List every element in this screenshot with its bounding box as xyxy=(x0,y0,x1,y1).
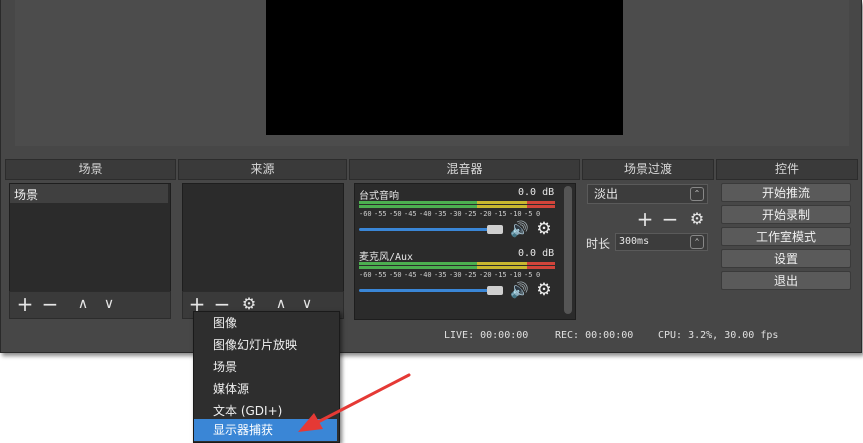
volume-meter-green xyxy=(359,262,477,265)
volume-meter-red-2 xyxy=(527,266,555,269)
remove-transition-icon[interactable]: − xyxy=(659,209,681,229)
scene-up-icon[interactable]: ∧ xyxy=(72,294,94,314)
volume-meter-red xyxy=(527,201,555,204)
add-transition-icon[interactable]: + xyxy=(634,209,656,229)
cpu-status: CPU: 3.2%, 30.00 fps xyxy=(658,330,779,341)
mixer-gear-icon[interactable]: ⚙ xyxy=(536,282,552,299)
scenes-dock-title: 场景 xyxy=(5,159,176,180)
remove-scene-icon[interactable]: − xyxy=(39,294,61,314)
exit-button[interactable]: 退出 xyxy=(721,271,851,290)
menu-item-image[interactable]: 图像 xyxy=(194,312,337,334)
preview-area xyxy=(15,0,849,146)
volume-meter-yellow-2 xyxy=(477,205,527,208)
menu-item-image-slideshow[interactable]: 图像幻灯片放映 xyxy=(194,334,337,356)
scene-item-label: 场景 xyxy=(14,188,39,202)
volume-meter-red xyxy=(527,262,555,265)
obs-main-window: 场景 来源 混音器 场景过渡 控件 场景 + − ∧ ∨ + − ⚙ ∧ ∨ 台… xyxy=(0,0,862,353)
annotation-arrow-icon xyxy=(298,373,411,432)
add-scene-icon[interactable]: + xyxy=(14,294,36,314)
duration-label: 时长 xyxy=(586,237,611,251)
volume-slider-handle[interactable] xyxy=(487,286,503,295)
spin-arrows-icon: ⌃ xyxy=(690,187,704,201)
volume-meter-green-2 xyxy=(359,266,477,269)
mixer-channel-name: 麦克风/Aux xyxy=(359,252,414,263)
volume-meter-green-2 xyxy=(359,205,477,208)
transitions-dock-title: 场景过渡 xyxy=(582,159,714,180)
mixer-channel-db: 0.0 dB xyxy=(518,248,555,259)
volume-meter-yellow-2 xyxy=(477,266,527,269)
live-status: LIVE: 00:00:00 xyxy=(444,330,529,341)
start-streaming-button[interactable]: 开始推流 xyxy=(721,183,851,202)
transition-select[interactable]: 淡出 ⌃ xyxy=(587,184,708,204)
transition-gear-icon[interactable]: ⚙ xyxy=(686,209,708,229)
volume-slider-track[interactable] xyxy=(359,289,497,292)
start-recording-button[interactable]: 开始录制 xyxy=(721,205,851,224)
mixer-gear-icon[interactable]: ⚙ xyxy=(536,221,552,238)
volume-slider-track[interactable] xyxy=(359,228,497,231)
settings-button[interactable]: 设置 xyxy=(721,249,851,268)
volume-slider-handle[interactable] xyxy=(487,225,503,234)
speaker-icon[interactable]: 🔊 xyxy=(510,282,529,298)
duration-input[interactable]: 300ms ⌃ xyxy=(615,233,708,251)
meter-ticks: -60 -55 -50 -45 -40 -35 -30 -25 -20 -15 -10 -5 0 xyxy=(359,210,541,218)
preview-canvas[interactable] xyxy=(266,0,623,135)
sources-list[interactable] xyxy=(182,183,344,292)
volume-meter-green xyxy=(359,201,477,204)
transition-select-value: 淡出 xyxy=(594,187,619,201)
mixer-dock-title: 混音器 xyxy=(349,159,580,180)
studio-mode-button[interactable]: 工作室模式 xyxy=(721,227,851,246)
rec-status: REC: 00:00:00 xyxy=(555,330,634,341)
volume-meter-yellow xyxy=(477,262,527,265)
mixer-channel-db: 0.0 dB xyxy=(518,187,555,198)
meter-ticks: -60 -55 -50 -45 -40 -35 -30 -25 -20 -15 -10 -5 0 xyxy=(359,271,541,279)
mixer-channel-name: 台式音响 xyxy=(359,191,399,202)
spin-arrows-icon: ⌃ xyxy=(690,235,704,249)
sources-dock-title: 来源 xyxy=(178,159,347,180)
controls-dock-title: 控件 xyxy=(716,159,858,180)
mixer-scrollbar[interactable] xyxy=(564,186,572,314)
volume-meter-red-2 xyxy=(527,205,555,208)
speaker-icon[interactable]: 🔊 xyxy=(510,221,529,237)
scene-down-icon[interactable]: ∨ xyxy=(98,294,120,314)
duration-input-value: 300ms xyxy=(619,236,650,247)
volume-meter-yellow xyxy=(477,201,527,204)
